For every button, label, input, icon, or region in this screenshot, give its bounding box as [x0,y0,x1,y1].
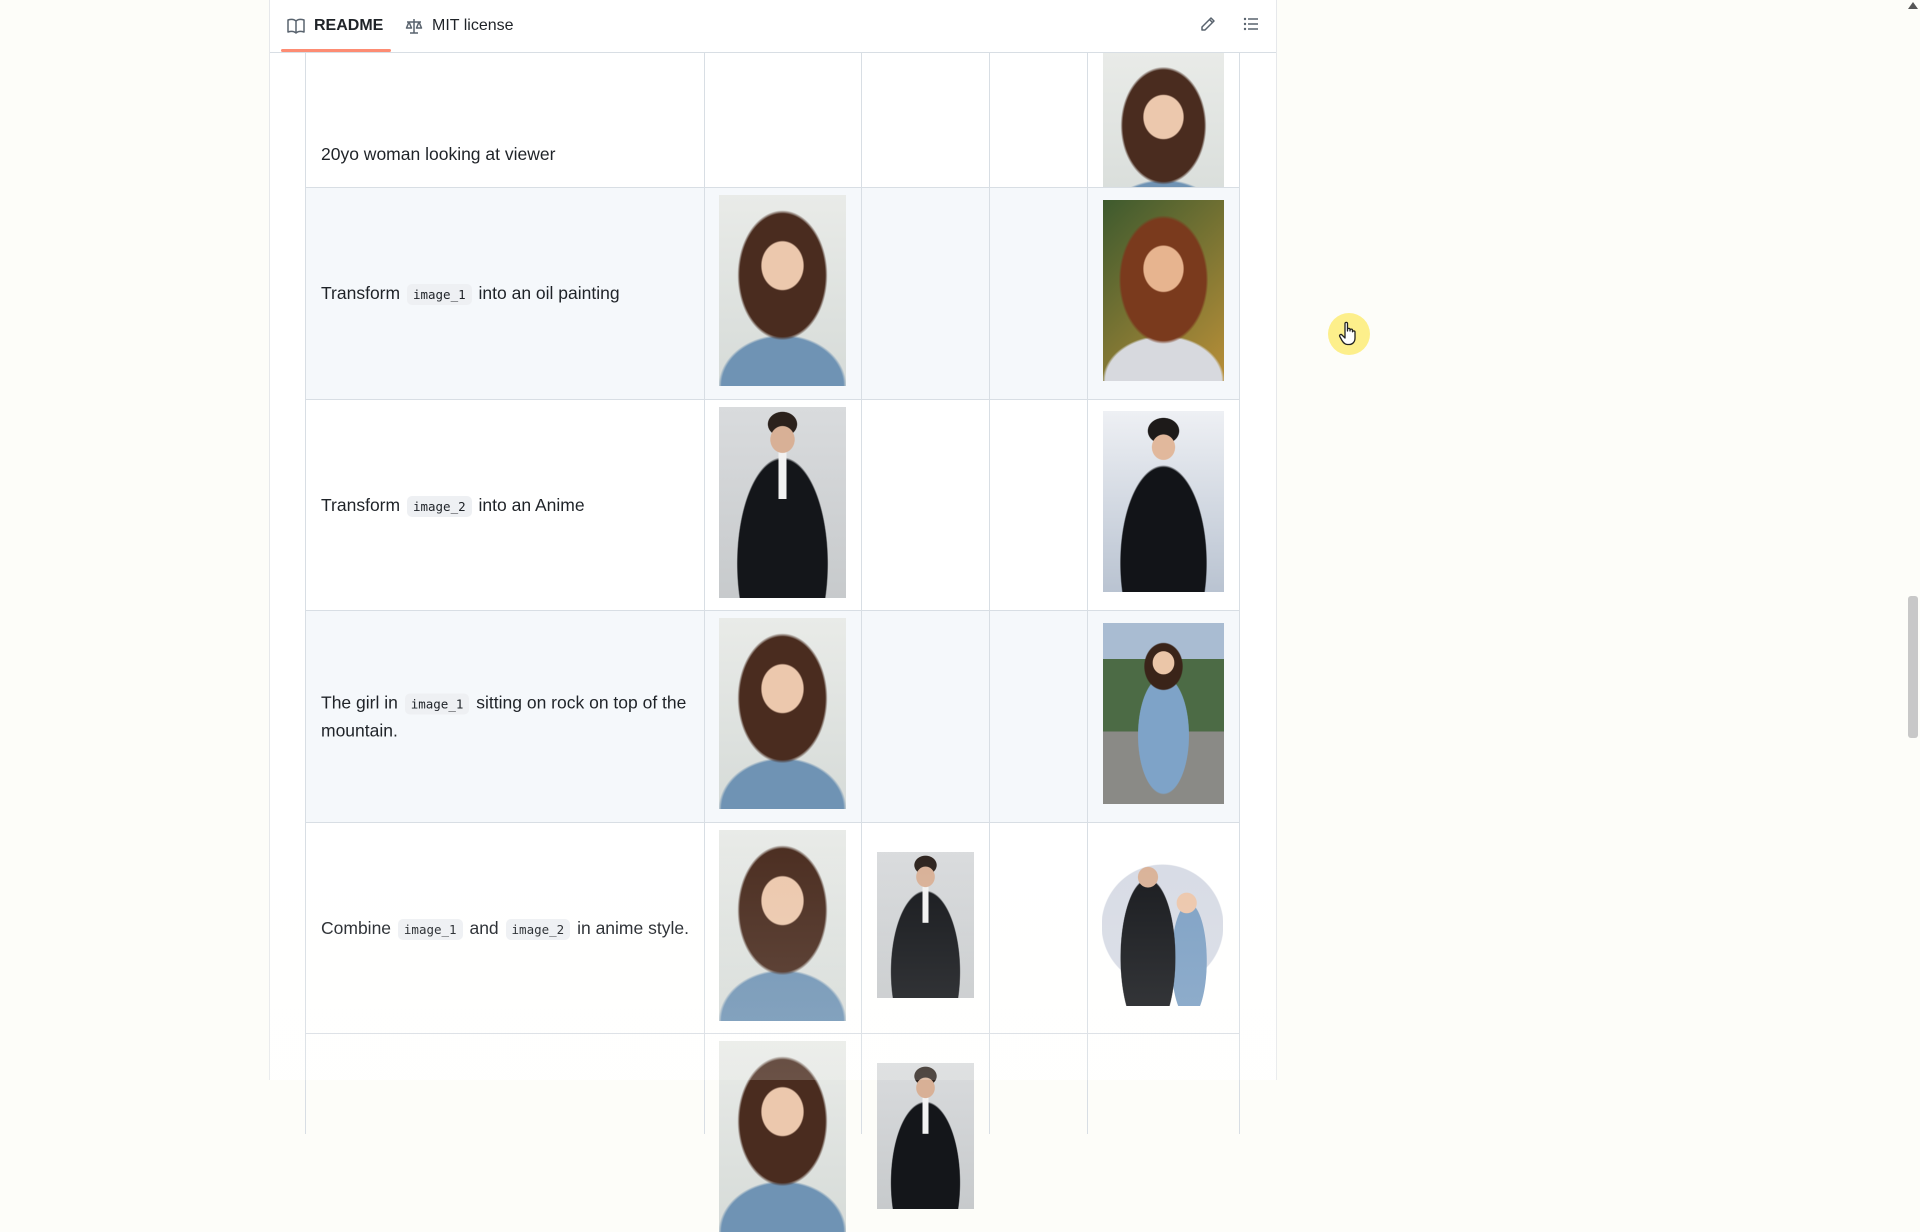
input-image-woman-portrait [719,195,846,386]
input-image-woman-portrait [719,618,846,809]
input-image-woman-portrait [719,830,846,1021]
image-2-cell [861,1034,990,1209]
input-image-man-in-suit [719,407,846,598]
output-cell [1087,400,1240,611]
pencil-icon [1200,16,1216,37]
readme-tab-bar: README MIT license [270,0,1276,53]
prompt-cell: The girl in image_1 sitting on rock on t… [305,611,705,823]
image-3-cell [989,1034,1088,1134]
image-3-cell [989,400,1088,611]
list-icon [1243,16,1259,37]
image-1-cell [704,1034,862,1232]
image-3-cell [989,611,1088,823]
output-cell [1087,1034,1240,1134]
input-image-man-in-suit [877,1063,974,1209]
scrollbar-thumb[interactable] [1908,596,1918,738]
table-row: Transform image_1 into an oil painting [305,187,1240,400]
output-cell [1087,823,1240,1034]
tab-readme[interactable]: README [280,0,392,52]
scroll-up-arrow-icon[interactable] [1908,2,1918,9]
hand-pointer-icon [1338,320,1360,351]
tab-license[interactable]: MIT license [405,0,514,52]
prompt-text: Transform image_2 into an Anime [321,494,585,517]
output-image-woman-oil-painting [1103,200,1224,381]
inline-code: image_2 [505,918,571,940]
tab-license-label: MIT license [432,17,514,34]
image-3-cell [989,823,1088,1034]
prompt-text: Combine image_1 and image_2 in anime sty… [321,917,689,940]
table-row: Transform image_2 into an Anime [305,399,1240,611]
output-image-couple-anime [1102,845,1223,1006]
outline-button[interactable] [1239,14,1263,38]
image-1-cell [704,611,862,823]
table-row: The girl in image_1 sitting on rock on t… [305,610,1240,823]
image-2-cell [861,823,990,1034]
prompt-text: Transform image_1 into an oil painting [321,283,620,305]
prompt-cell: Transform image_2 into an Anime [305,400,705,611]
image-1-cell [704,400,862,611]
prompt-text: 20yo woman looking at viewer [321,144,556,164]
prompt-cell [305,1034,705,1134]
output-image-woman-on-mountain [1103,623,1224,804]
inline-code: image_1 [404,693,470,715]
tab-readme-label: README [314,17,384,34]
page-scrollbar[interactable] [1906,0,1920,1080]
image-2-cell [861,400,990,611]
table-row [305,1033,1240,1232]
image-1-cell [704,188,862,400]
prompt-cell: Transform image_1 into an oil painting [305,188,705,400]
image-3-cell [989,188,1088,400]
image-2-cell [861,188,990,400]
prompt-cell: Combine image_1 and image_2 in anime sty… [305,823,705,1034]
inline-code: image_2 [406,495,472,517]
output-cell [1087,611,1240,823]
inline-code: image_1 [406,284,472,305]
scale-icon [405,18,423,34]
input-image-man-in-suit [877,852,974,998]
inline-code: image_1 [397,918,463,940]
edit-readme-button[interactable] [1196,14,1220,38]
input-image-woman-portrait [719,1041,846,1232]
table-row: Combine image_1 and image_2 in anime sty… [305,822,1240,1034]
prompt-text: The girl in image_1 sitting on rock on t… [321,692,687,741]
output-image-man-anime [1103,411,1224,592]
book-icon [287,18,305,34]
image-2-cell [861,611,990,823]
output-cell [1087,188,1240,400]
image-1-cell [704,823,862,1034]
readme-panel: README MIT license 20yo woman looking at… [269,0,1277,1232]
